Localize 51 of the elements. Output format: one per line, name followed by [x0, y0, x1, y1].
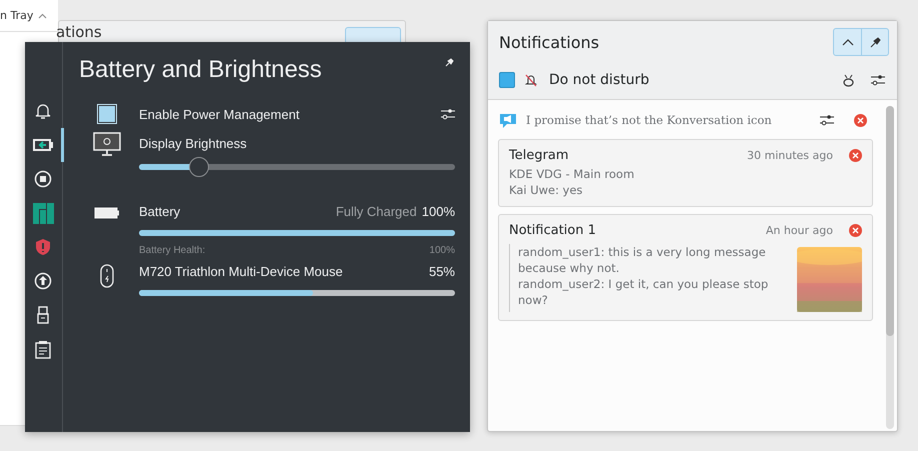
shield-icon — [35, 238, 51, 256]
notification-title: Notification 1 — [509, 223, 597, 238]
popup-title: Notifications — [499, 32, 600, 52]
notification-time: 30 minutes ago — [747, 149, 833, 162]
settings-icon[interactable] — [820, 114, 834, 126]
settings-icon[interactable] — [871, 74, 885, 86]
battery-icon — [32, 138, 54, 152]
battery-icon — [94, 207, 120, 219]
logo-icon — [32, 202, 54, 224]
caret-icon[interactable] — [38, 12, 48, 18]
popup-title: ations — [56, 23, 102, 41]
health-value: 100% — [429, 245, 455, 256]
close-icon[interactable] — [849, 149, 862, 162]
group-title: I promise that’s not the Konversation icon — [526, 113, 773, 127]
bell-icon — [35, 102, 51, 120]
checkbox-label: Do not disturb — [549, 72, 650, 88]
close-icon[interactable] — [854, 114, 867, 126]
monitor-icon — [93, 132, 121, 158]
pin-icon[interactable] — [445, 58, 454, 67]
usb-drive-icon — [37, 306, 49, 324]
message-text: Kai Uwe: yes — [509, 182, 584, 198]
stop-icon — [34, 170, 52, 188]
battery-percent: 100% — [422, 204, 455, 219]
battery-status: Fully Charged — [336, 204, 417, 219]
bell-muted-icon — [525, 74, 537, 86]
upload-icon — [34, 272, 52, 290]
pin-icon — [870, 36, 880, 48]
device-name: Battery — [139, 204, 182, 219]
mouse-percent: 55% — [428, 264, 455, 279]
message-text: random_user1: this is a very long message because why not. — [518, 244, 767, 276]
clipboard-icon — [35, 340, 51, 358]
window-title: n Tray — [0, 9, 34, 22]
message-text: random_user2: I get it, can you please stop now? — [518, 276, 770, 308]
slider-handle[interactable] — [189, 157, 210, 177]
notification-title: Telegram — [509, 148, 570, 163]
settings-icon[interactable] — [441, 108, 455, 120]
checkbox[interactable] — [499, 72, 515, 88]
broom-icon[interactable] — [842, 74, 855, 86]
brightness-slider[interactable] — [139, 157, 455, 177]
notification-time: An hour ago — [766, 224, 833, 237]
close-icon[interactable] — [849, 224, 862, 237]
scrollbar[interactable] — [886, 106, 894, 429]
checkbox-label: Enable Power Management — [139, 106, 300, 122]
caret-icon — [842, 38, 854, 46]
message-text: KDE VDG - Main room — [509, 166, 636, 182]
mouse-icon — [100, 264, 114, 288]
slider-label: Display Brightness — [139, 136, 248, 151]
health-label: Battery Health: — [139, 245, 206, 256]
chat-icon — [500, 112, 516, 128]
popup-title: Battery and Brightness — [79, 56, 322, 84]
device-name: M720 Triathlon Multi-Device Mouse — [139, 264, 344, 279]
